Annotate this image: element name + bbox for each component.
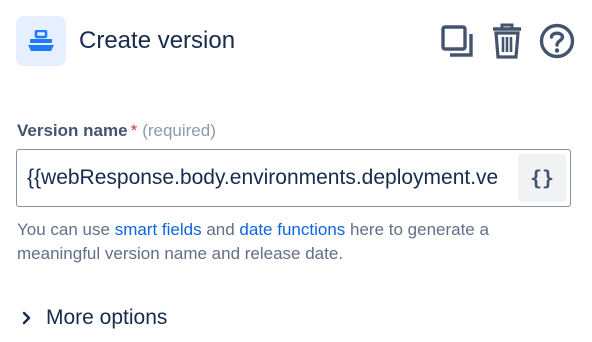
panel-header: Create version [16,16,576,66]
chevron-right-icon [20,311,34,325]
version-name-input[interactable] [27,150,515,206]
helper-text: You can use smart fields and date functi… [17,218,557,266]
delete-button[interactable] [488,22,526,60]
field-label-text: Version name [17,121,128,140]
trash-icon [493,23,521,59]
help-icon [539,23,575,59]
page-title: Create version [79,27,236,54]
copy-icon [441,25,473,57]
version-name-field: {} [16,149,571,207]
version-name-label: Version name * (required) [17,120,216,142]
boat-icon [16,16,66,66]
header-actions [438,22,576,60]
smart-fields-link[interactable]: smart fields [115,220,202,239]
helper-prefix: You can use [17,220,115,239]
more-options-label: More options [46,306,168,329]
required-asterisk: * [130,121,138,140]
smart-value-button[interactable]: {} [518,154,566,202]
more-options-toggle[interactable]: More options [20,304,167,332]
required-hint: (required) [142,121,216,140]
copy-button[interactable] [438,22,476,60]
date-functions-link[interactable]: date functions [239,220,345,239]
helper-middle: and [201,220,240,239]
help-button[interactable] [538,22,576,60]
